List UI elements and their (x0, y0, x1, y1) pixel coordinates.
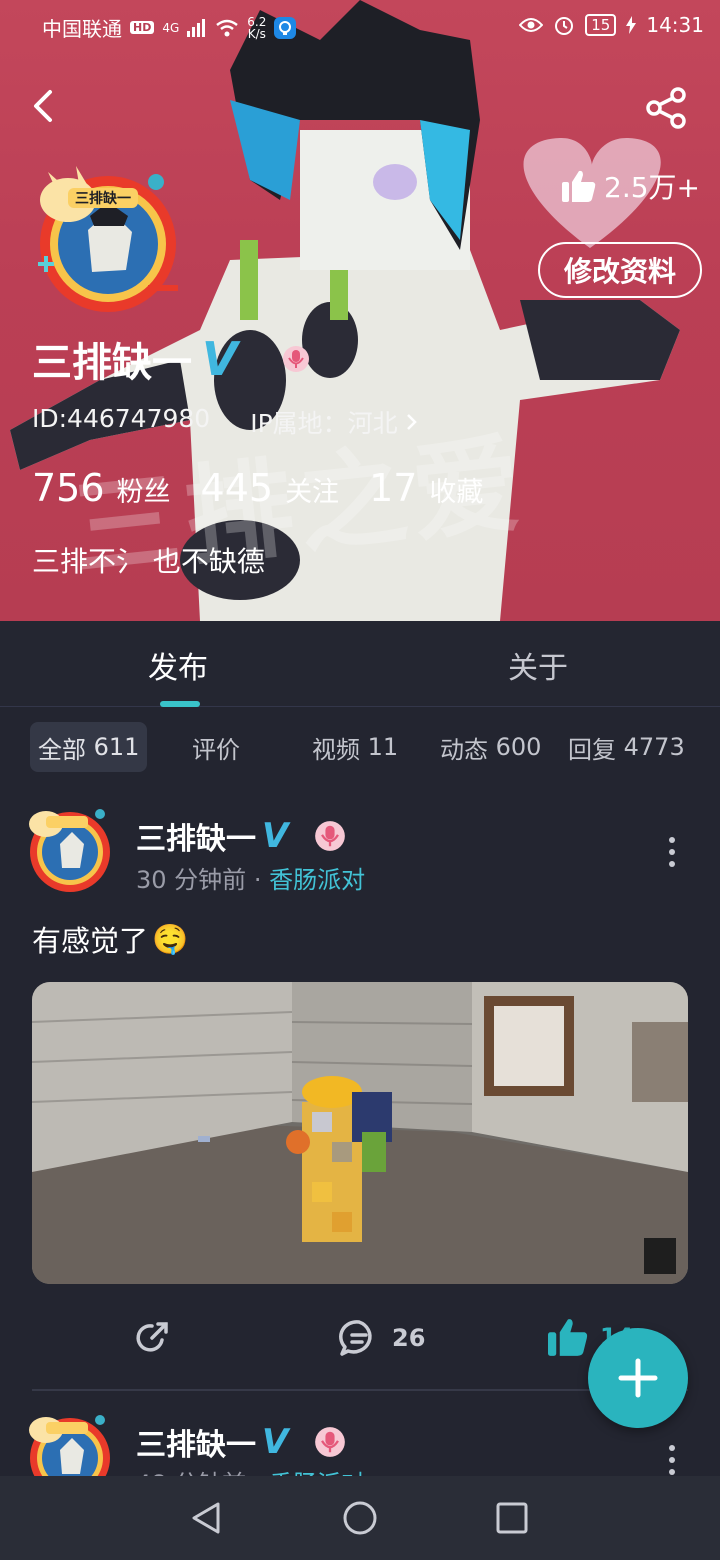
more-vertical-icon[interactable] (662, 1440, 682, 1480)
post-meta: 30 分钟前 · 香肠派对 (136, 860, 365, 895)
plus-icon (618, 1358, 658, 1398)
thumbs-up-icon (548, 1319, 588, 1356)
profile-bio: 三排不氵 也不缺德 (32, 545, 265, 578)
favorites-label[interactable]: 收藏 (429, 470, 483, 509)
profile-header: 三排之爱 中国联通 HD 4G 6.2 K/s 15 14:31 三排缺一 2.… (0, 0, 720, 621)
comment-count: 26 (392, 1324, 426, 1352)
filter-bar: 全部 611 评价 视频 11 动态 600 回复 4773 (0, 708, 720, 790)
mic-icon (315, 821, 346, 851)
nav-home-icon[interactable] (340, 1498, 380, 1538)
stats-row: 756 粉丝 445 关注 17 收藏 (32, 466, 513, 510)
tab-publish[interactable]: 发布 (148, 643, 208, 687)
verified-badge: V (202, 332, 238, 386)
id-row: ID:446747980 IP属地：河北 (32, 404, 418, 440)
verified-badge: V (262, 816, 289, 856)
mic-icon (282, 346, 309, 372)
chevron-right-icon (406, 414, 417, 430)
back-icon[interactable] (24, 86, 64, 126)
share-icon[interactable] (644, 86, 688, 130)
ip-location[interactable]: IP属地：河北 (250, 404, 417, 440)
drooling-emoji: 🤤 (152, 921, 189, 956)
net-speed: 6.2 K/s (247, 14, 267, 41)
edit-profile-button[interactable]: 修改资料 (538, 242, 702, 298)
avatar-label: 三排缺一 (75, 190, 131, 207)
profile-avatar[interactable]: 三排缺一 (28, 160, 184, 316)
repost-button[interactable] (132, 1318, 172, 1358)
status-bar: 中国联通 HD 4G 6.2 K/s 15 14:31 (0, 0, 720, 52)
followers-label[interactable]: 粉丝 (117, 470, 171, 509)
eye-icon (519, 18, 544, 32)
system-nav-bar (0, 1476, 720, 1560)
signal-icon (187, 18, 206, 37)
active-tab-indicator (160, 701, 200, 707)
profile-username: 三排缺一 V (32, 330, 310, 388)
comment-icon (339, 1320, 372, 1356)
filter-all[interactable]: 全部 611 (30, 722, 148, 772)
repost-icon (136, 1322, 168, 1352)
favorites-count[interactable]: 17 (369, 466, 417, 510)
create-post-button[interactable] (588, 1328, 688, 1428)
tab-about[interactable]: 关于 (508, 643, 568, 687)
hd-badge: HD (130, 21, 155, 34)
battery-level: 15 (585, 14, 617, 36)
following-count[interactable]: 445 (201, 466, 274, 510)
filter-replies[interactable]: 回复 4773 (560, 722, 693, 772)
comment-button[interactable]: 26 (338, 1318, 425, 1358)
likes-count: 2.5万+ (562, 166, 700, 206)
following-label[interactable]: 关注 (285, 470, 339, 509)
meta-separator: · (253, 866, 262, 894)
mic-icon (315, 1427, 346, 1457)
charging-icon (626, 16, 637, 34)
verified-badge: V (262, 1422, 289, 1462)
thumbs-up-icon (562, 170, 596, 202)
user-id: ID:446747980 (32, 404, 211, 433)
more-vertical-icon[interactable] (662, 832, 682, 872)
filter-moments[interactable]: 动态 600 (432, 722, 549, 772)
post-text[interactable]: 有感觉了 🤤 (32, 918, 188, 960)
post-author-name[interactable]: 三排缺一 V (136, 814, 346, 858)
filter-reviews[interactable]: 评价 (184, 722, 248, 772)
profile-tabs: 发布 关于 (0, 621, 720, 707)
clock: 14:31 (646, 13, 704, 37)
alarm-icon (555, 17, 574, 35)
network-type: 4G (162, 20, 180, 35)
nav-recents-icon[interactable] (492, 1498, 532, 1538)
wifi-icon (216, 19, 239, 36)
post-author-name[interactable]: 三排缺一 V (136, 1420, 346, 1464)
nav-back-icon[interactable] (186, 1498, 226, 1538)
carrier: 中国联通 (42, 17, 122, 41)
post-time: 30 分钟前 (136, 866, 247, 894)
post-channel[interactable]: 香肠派对 (269, 866, 365, 894)
post-image[interactable] (32, 982, 688, 1284)
app-notification-icon (274, 16, 297, 39)
filter-videos[interactable]: 视频 11 (304, 722, 406, 772)
followers-count[interactable]: 756 (32, 466, 105, 510)
post-author-avatar[interactable] (22, 800, 116, 894)
